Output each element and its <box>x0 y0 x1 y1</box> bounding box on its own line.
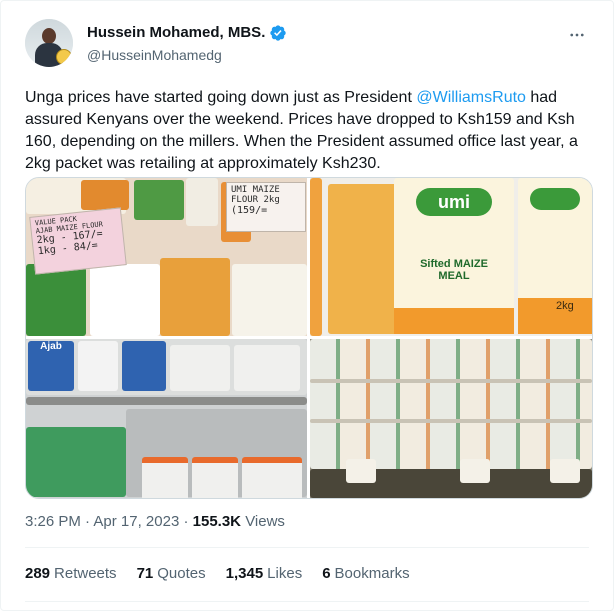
likes-label: Likes <box>267 565 303 582</box>
mention-link[interactable]: @WilliamsRuto <box>416 89 526 106</box>
author-handle[interactable]: @HusseinMohamedg <box>87 45 287 65</box>
media-photo-1[interactable]: VALUE PACK AJAB MAIZE FLOUR 2kg - 167/= … <box>26 178 307 336</box>
tweet-card: Hussein Mohamed, MBS. @HusseinMohamedg U… <box>0 0 614 611</box>
tweet-date[interactable]: Apr 17, 2023 <box>93 513 179 530</box>
media-photo-3[interactable]: Ajab <box>26 339 307 498</box>
more-options-icon[interactable] <box>565 23 589 47</box>
tweet-text-before: Unga prices have started going down just… <box>25 89 417 106</box>
meta-separator-2: · <box>179 513 193 530</box>
tweet-text: Unga prices have started going down just… <box>25 87 595 175</box>
meta-separator-1: · <box>80 513 94 530</box>
quotes-stat[interactable]: 71 Quotes <box>137 565 206 582</box>
retweets-stat[interactable]: 289 Retweets <box>25 565 117 582</box>
author-display-name[interactable]: Hussein Mohamed, MBS. <box>87 23 287 43</box>
tweet-stats: 289 Retweets 71 Quotes 1,345 Likes 6 Bookmar… <box>25 565 410 582</box>
display-name-text: Hussein Mohamed, MBS. <box>87 24 266 41</box>
tweet-time[interactable]: 3:26 PM <box>25 513 81 530</box>
price-card-umi-line-1: UMI MAIZE FLOUR 2kg <box>231 185 280 205</box>
media-photo-4[interactable] <box>310 339 592 498</box>
tweet-meta: 3:26 PM · Apr 17, 2023 · 155.3K Views <box>25 513 285 530</box>
bookmarks-label: Bookmarks <box>334 565 410 582</box>
retweets-label: Retweets <box>54 565 117 582</box>
views-count[interactable]: 155.3K <box>193 513 241 530</box>
views-label: Views <box>245 513 285 530</box>
bookmarks-count: 6 <box>322 565 331 582</box>
ajab-pack-label: Ajab <box>28 341 74 391</box>
umi-logo: umi <box>416 188 492 216</box>
price-card-umi-line-2: (159/= <box>231 205 268 216</box>
price-card-ajab: VALUE PACK AJAB MAIZE FLOUR 2kg - 167/= … <box>29 207 127 275</box>
quotes-label: Quotes <box>157 565 206 582</box>
media-grid: VALUE PACK AJAB MAIZE FLOUR 2kg - 167/= … <box>25 177 593 499</box>
likes-count: 1,345 <box>225 565 264 582</box>
tweet-header: Hussein Mohamed, MBS. @HusseinMohamedg <box>25 17 597 69</box>
divider-top <box>25 547 589 548</box>
umi-product-label: Sifted MAIZE MEAL <box>420 258 488 282</box>
likes-stat[interactable]: 1,345 Likes <box>226 565 303 582</box>
media-photo-2[interactable]: umi Sifted MAIZE MEAL 2kg <box>310 178 592 336</box>
retweets-count: 289 <box>25 565 51 582</box>
bookmarks-stat[interactable]: 6 Bookmarks <box>322 565 409 582</box>
divider-bottom <box>25 601 589 602</box>
author-names: Hussein Mohamed, MBS. @HusseinMohamedg <box>87 23 287 65</box>
price-card-umi: UMI MAIZE FLOUR 2kg (159/= <box>226 182 306 232</box>
verified-badge-icon <box>270 25 287 41</box>
avatar[interactable] <box>25 19 73 67</box>
pack-weight: 2kg <box>556 300 574 312</box>
quotes-count: 71 <box>136 565 154 582</box>
